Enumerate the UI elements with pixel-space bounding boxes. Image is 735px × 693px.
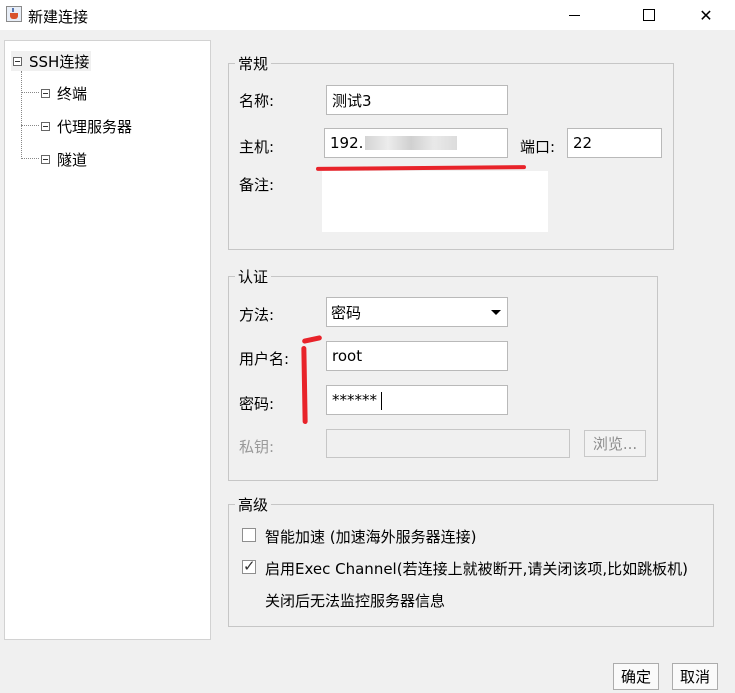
host-label: 主机: bbox=[239, 138, 275, 156]
exec-channel-label: 启用Exec Channel(若连接上就被断开,请关闭该项,比如跳板机) bbox=[265, 560, 688, 578]
close-icon: ✕ bbox=[699, 5, 713, 25]
tree-item-label: 代理服务器 bbox=[57, 117, 133, 136]
name-label: 名称: bbox=[239, 92, 275, 110]
tree-connector bbox=[21, 158, 39, 159]
maximize-button[interactable] bbox=[626, 0, 672, 30]
smart-accel-label: 智能加速 (加速海外服务器连接) bbox=[265, 528, 477, 546]
java-app-icon bbox=[6, 6, 22, 22]
name-value: 测试3 bbox=[332, 91, 372, 110]
maximize-icon bbox=[643, 9, 655, 21]
tree-item-tunnel[interactable]: 隧道 bbox=[41, 149, 87, 169]
general-group-title: 常规 bbox=[235, 53, 272, 74]
title-bar: 新建连接 ✕ bbox=[0, 0, 735, 30]
cancel-button-label: 取消 bbox=[679, 668, 710, 686]
name-input[interactable]: 测试3 bbox=[326, 85, 508, 115]
method-value: 密码 bbox=[331, 303, 362, 322]
exec-channel-note: 关闭后无法监控服务器信息 bbox=[265, 592, 446, 610]
minimize-button[interactable] bbox=[551, 0, 597, 30]
method-select[interactable]: 密码 bbox=[326, 297, 508, 327]
tree-item-label: 隧道 bbox=[57, 150, 88, 169]
tree-item-proxy[interactable]: 代理服务器 bbox=[41, 116, 132, 136]
browse-button: 浏览... bbox=[584, 430, 646, 457]
auth-group-title: 认证 bbox=[235, 266, 272, 287]
password-label: 密码: bbox=[239, 395, 275, 413]
redacted-host bbox=[365, 136, 458, 150]
settings-tree: SSH连接 终端 代理服务器 隧道 bbox=[4, 40, 211, 640]
private-key-input bbox=[326, 429, 570, 458]
close-button[interactable]: ✕ bbox=[683, 0, 729, 30]
leaf-icon bbox=[41, 88, 50, 98]
tree-connector bbox=[21, 71, 22, 159]
leaf-icon bbox=[41, 154, 50, 164]
dropdown-arrow-icon bbox=[491, 310, 501, 315]
private-key-label: 私钥: bbox=[239, 438, 275, 456]
browse-button-label: 浏览... bbox=[592, 435, 638, 453]
tree-root-label: SSH连接 bbox=[29, 52, 90, 71]
username-value: root bbox=[332, 347, 363, 365]
tree-item-terminal[interactable]: 终端 bbox=[41, 83, 87, 103]
minimize-icon bbox=[568, 14, 580, 16]
port-value: 22 bbox=[573, 134, 593, 152]
advanced-group-title: 高级 bbox=[235, 494, 272, 515]
cancel-button[interactable]: 取消 bbox=[672, 663, 718, 690]
text-cursor bbox=[381, 392, 382, 410]
notes-textarea[interactable] bbox=[322, 171, 548, 232]
leaf-icon bbox=[41, 121, 50, 131]
method-label: 方法: bbox=[239, 306, 275, 324]
tree-item-label: 终端 bbox=[57, 84, 88, 103]
exec-channel-checkbox[interactable]: ✓ bbox=[242, 557, 256, 575]
ok-button[interactable]: 确定 bbox=[613, 663, 659, 690]
port-label: 端口: bbox=[520, 138, 556, 156]
notes-label: 备注: bbox=[239, 176, 275, 194]
tree-root-ssh[interactable]: SSH连接 bbox=[11, 51, 92, 71]
check-icon: ✓ bbox=[243, 557, 256, 575]
port-input[interactable]: 22 bbox=[567, 128, 662, 158]
tree-connector bbox=[21, 125, 39, 126]
password-input[interactable]: ****** bbox=[326, 385, 508, 415]
username-input[interactable]: root bbox=[326, 341, 508, 371]
window-title: 新建连接 bbox=[28, 8, 89, 26]
password-value: ****** bbox=[332, 391, 377, 409]
host-value: 192. bbox=[330, 134, 364, 152]
collapse-icon[interactable] bbox=[13, 56, 22, 66]
username-label: 用户名: bbox=[239, 350, 290, 368]
smart-accel-checkbox[interactable] bbox=[242, 528, 256, 542]
ok-button-label: 确定 bbox=[620, 668, 651, 686]
host-input[interactable]: 192. bbox=[324, 128, 508, 158]
tree-connector bbox=[21, 92, 39, 93]
